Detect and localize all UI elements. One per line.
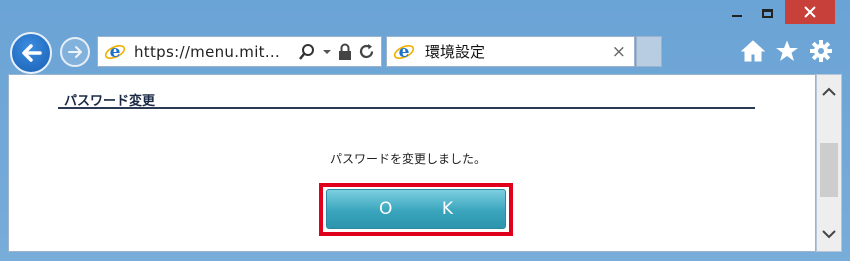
home-icon bbox=[741, 40, 765, 62]
home-button[interactable] bbox=[740, 38, 766, 64]
ok-button[interactable]: O K bbox=[326, 189, 506, 229]
forward-arrow-icon bbox=[68, 46, 82, 58]
svg-text:e: e bbox=[399, 42, 410, 62]
lock-icon[interactable] bbox=[338, 43, 352, 61]
scroll-thumb[interactable] bbox=[820, 143, 838, 197]
browser-tab[interactable]: e 環境設定 × bbox=[386, 36, 635, 67]
tab-close-button[interactable]: × bbox=[612, 42, 626, 62]
scroll-down-icon bbox=[822, 230, 836, 239]
close-window-button[interactable] bbox=[785, 0, 835, 24]
scroll-up-icon bbox=[822, 87, 836, 96]
back-arrow-icon bbox=[22, 44, 42, 62]
scroll-up-button[interactable] bbox=[817, 81, 841, 103]
dropdown-arrow-icon[interactable] bbox=[322, 47, 332, 57]
maximize-icon bbox=[761, 8, 773, 18]
minimize-icon bbox=[732, 15, 742, 17]
maximize-button[interactable] bbox=[752, 0, 782, 26]
tab-title: 環境設定 bbox=[425, 43, 486, 61]
close-icon bbox=[804, 6, 816, 18]
new-tab-button[interactable] bbox=[636, 36, 662, 67]
favorites-button[interactable] bbox=[774, 38, 800, 64]
svg-text:e: e bbox=[110, 42, 121, 62]
refresh-icon[interactable] bbox=[358, 43, 375, 60]
settings-button[interactable] bbox=[808, 38, 834, 64]
scroll-down-button[interactable] bbox=[817, 223, 841, 245]
tab-ie-icon: e bbox=[393, 42, 415, 62]
settings-gear-icon bbox=[810, 40, 832, 62]
favorites-star-icon bbox=[776, 40, 798, 61]
section-divider bbox=[58, 107, 755, 109]
search-icon[interactable] bbox=[298, 43, 316, 61]
address-bar[interactable]: e https://menu.mit... bbox=[97, 36, 382, 67]
back-button[interactable] bbox=[10, 32, 52, 74]
minimize-button[interactable] bbox=[724, 0, 750, 26]
confirmation-message: パスワードを変更しました。 bbox=[329, 152, 486, 166]
address-url[interactable]: https://menu.mit... bbox=[134, 43, 284, 61]
ie-icon: e bbox=[104, 42, 126, 62]
vertical-scrollbar[interactable] bbox=[816, 74, 842, 252]
forward-button[interactable] bbox=[60, 37, 90, 67]
